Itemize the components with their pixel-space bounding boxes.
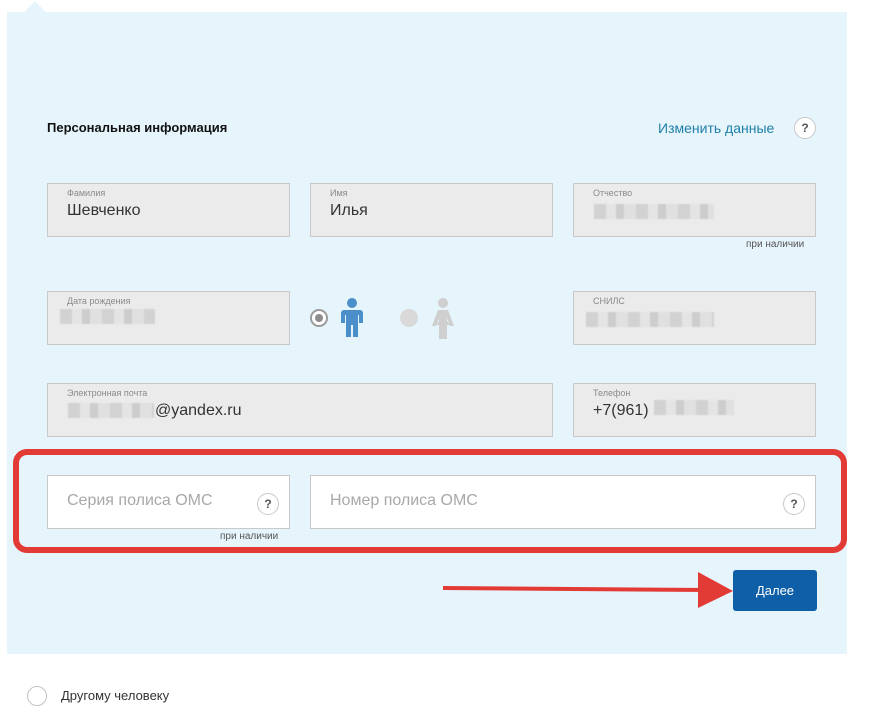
first-name-field[interactable]: Имя Илья bbox=[310, 183, 553, 237]
gender-female-radio[interactable] bbox=[400, 309, 418, 327]
first-name-value: Илья bbox=[330, 202, 368, 219]
annotation-arrow-icon bbox=[442, 572, 733, 608]
snils-field[interactable]: СНИЛС bbox=[573, 291, 816, 345]
first-name-label: Имя bbox=[330, 188, 348, 198]
annotation-highlight-box bbox=[13, 449, 847, 553]
patronymic-field[interactable]: Отчество bbox=[573, 183, 816, 237]
edit-data-link[interactable]: Изменить данные bbox=[658, 120, 774, 136]
patronymic-label: Отчество bbox=[593, 188, 633, 198]
snils-label: СНИЛС bbox=[593, 296, 625, 306]
phone-prefix: +7(961) bbox=[593, 402, 649, 419]
last-name-value: Шевченко bbox=[67, 202, 141, 219]
other-person-radio[interactable] bbox=[27, 686, 47, 706]
birth-date-label: Дата рождения bbox=[67, 296, 131, 306]
next-button[interactable]: Далее bbox=[733, 570, 817, 611]
email-field[interactable]: Электронная почта @yandex.ru bbox=[47, 383, 553, 437]
last-name-field[interactable]: Фамилия Шевченко bbox=[47, 183, 290, 237]
email-domain: @yandex.ru bbox=[155, 402, 242, 419]
email-label: Электронная почта bbox=[67, 388, 148, 398]
patronymic-redacted-value bbox=[594, 204, 714, 219]
other-person-label[interactable]: Другому человеку bbox=[61, 688, 169, 703]
birth-date-field[interactable]: Дата рождения bbox=[47, 291, 290, 345]
snils-redacted-value bbox=[586, 312, 714, 327]
birth-date-redacted-value bbox=[60, 309, 155, 324]
email-redacted-part bbox=[68, 403, 154, 418]
phone-redacted-part bbox=[654, 400, 734, 415]
phone-field[interactable]: Телефон +7(961) bbox=[573, 383, 816, 437]
patronymic-note: при наличии bbox=[746, 239, 805, 250]
edit-help-icon[interactable]: ? bbox=[794, 117, 816, 139]
phone-label: Телефон bbox=[593, 388, 631, 398]
male-person-icon bbox=[341, 298, 363, 337]
last-name-label: Фамилия bbox=[67, 188, 106, 198]
section-title: Персональная информация bbox=[47, 120, 228, 135]
gender-male-radio[interactable] bbox=[310, 309, 328, 327]
female-person-icon bbox=[432, 298, 454, 339]
